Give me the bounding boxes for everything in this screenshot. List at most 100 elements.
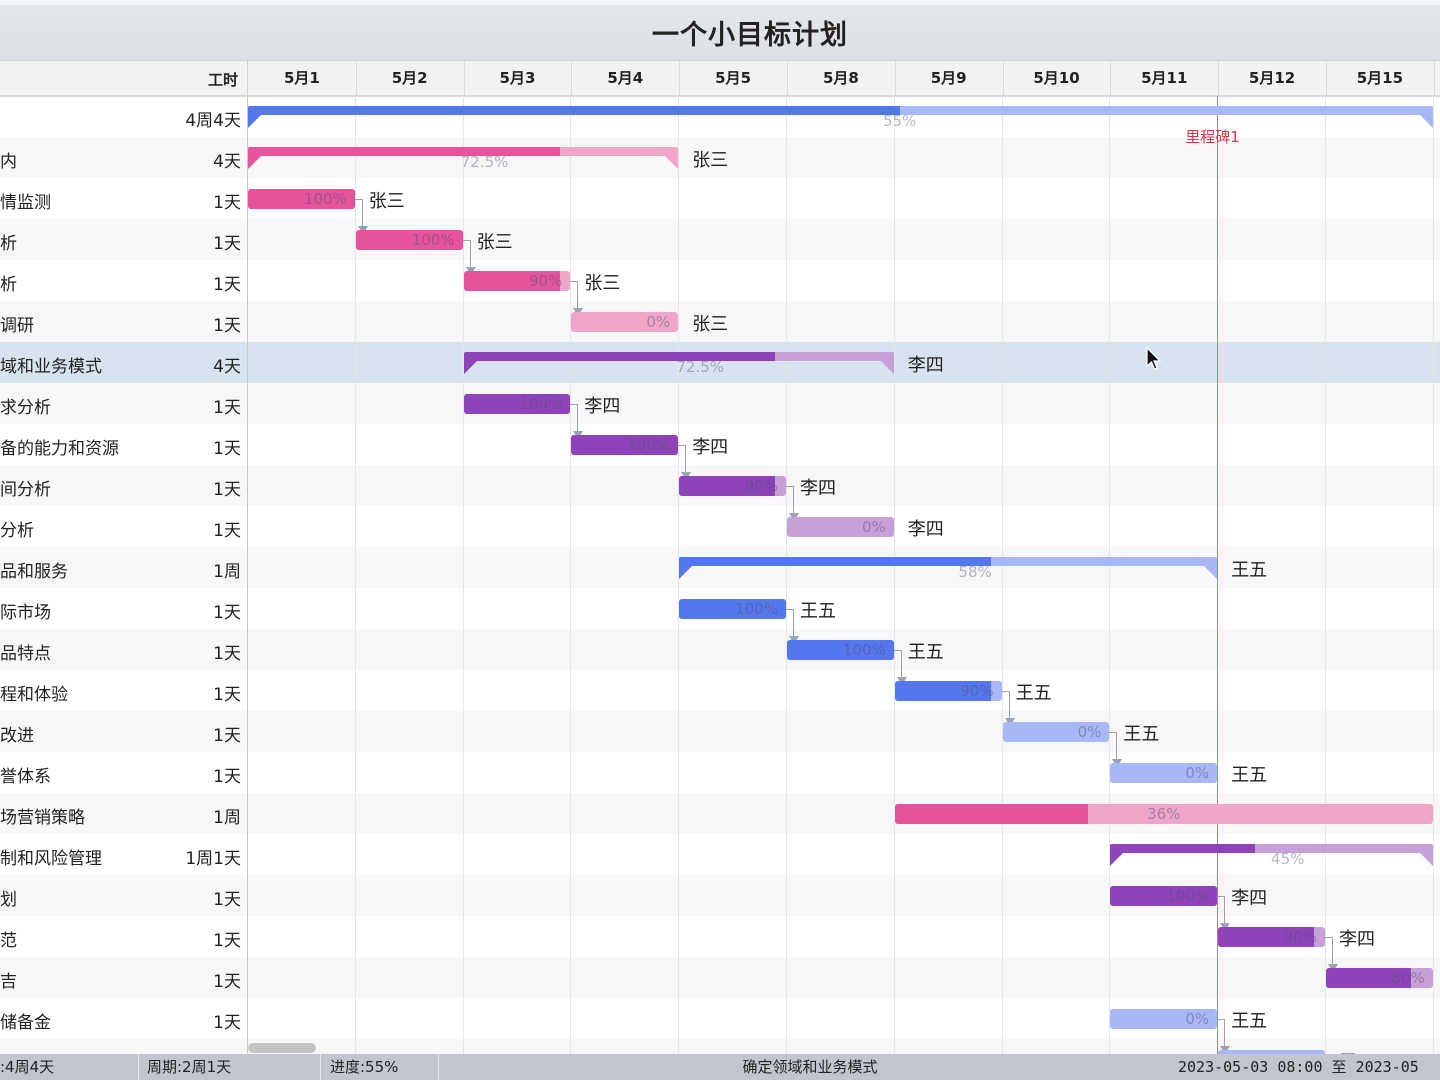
task-row[interactable]: 场营销策略 1周 — [0, 793, 247, 834]
task-progress-label: 100% — [1166, 887, 1210, 905]
task-bar[interactable]: 80% — [1326, 968, 1433, 988]
task-bar[interactable]: 0% — [787, 517, 894, 537]
task-bar[interactable]: 100% — [1110, 886, 1218, 906]
gantt-chart: 里程碑1 55% 72.5% 张三 100% 张三 100% 张三 90% 张三 0% 张三 72.5%… — [248, 96, 1440, 1054]
task-row[interactable]: 划 1天 — [0, 875, 247, 916]
task-row[interactable]: 品特点 1天 — [0, 629, 247, 670]
summary-bar[interactable]: 72.5% — [463, 352, 894, 376]
dependency-line — [570, 404, 579, 433]
task-row[interactable]: 间分析 1天 — [0, 465, 247, 506]
date-column-header[interactable]: 5月8 — [787, 61, 896, 95]
summary-bar[interactable]: 45% — [1110, 844, 1433, 868]
task-bar[interactable]: 100% — [463, 394, 571, 414]
task-name: 范 — [0, 931, 17, 951]
task-bar[interactable]: 100% — [679, 599, 786, 619]
timeline-header: 工时 5月1 5月2 5月3 5月4 5月5 5月8 5月9 5月10 5月11 5月12 5月15 — [0, 61, 1440, 97]
task-bar[interactable]: 100% — [571, 435, 679, 455]
task-bar[interactable]: 0% — [1110, 1009, 1218, 1029]
task-row[interactable]: 改进 1天 — [0, 711, 247, 752]
resource-label: 李四 — [1339, 929, 1375, 950]
task-row[interactable]: 品和服务 1周 — [0, 547, 247, 588]
task-row[interactable]: 范 1天 — [0, 916, 247, 957]
task-row[interactable]: 内 4天 — [0, 137, 247, 178]
task-row[interactable]: 吉 1天 — [0, 957, 247, 998]
summary-bar[interactable]: 58% — [679, 557, 1218, 581]
task-progress-label: 0% — [1077, 723, 1102, 741]
task-bar[interactable]: 100% — [355, 230, 463, 250]
date-column-header[interactable]: 5月1 — [248, 61, 357, 95]
resource-label: 张三 — [368, 191, 405, 212]
date-column-header[interactable]: 5月12 — [1218, 61, 1327, 95]
task-list: 4周4天内 4天 情监测 1天析 1天析 1天 调研 1天 域和业务模式 4天 求分析 1天 备的能力和… — [0, 96, 248, 1054]
task-duration: 1周 — [213, 562, 241, 582]
task-duration: 1天 — [213, 234, 241, 254]
task-name: 析 — [0, 234, 17, 254]
mouse-cursor-icon — [1146, 347, 1162, 370]
task-progress-label: 90% — [960, 682, 994, 700]
task-bar[interactable]: 100% — [787, 640, 894, 660]
task-bar[interactable]: 0% — [1110, 763, 1218, 783]
task-row[interactable]: 分析 1天 — [0, 506, 247, 547]
date-column-header[interactable]: 5月15 — [1326, 61, 1435, 95]
task-row[interactable]: 储备金 1天 — [0, 998, 247, 1039]
task-name: 求分析 — [0, 398, 51, 418]
date-column-header[interactable]: 5月10 — [1003, 61, 1112, 95]
task-row[interactable]: 调研 1天 — [0, 301, 247, 342]
date-column-header[interactable]: 5月5 — [679, 61, 788, 95]
task-name: 程和体验 — [0, 685, 68, 705]
task-name: 调研 — [0, 316, 34, 336]
task-bar[interactable]: 0% — [1002, 722, 1110, 742]
task-name: 分析 — [0, 521, 34, 541]
task-row[interactable]: 析 1天 — [0, 219, 247, 260]
resource-label: 李四 — [907, 519, 944, 540]
task-row[interactable]: 析 1天 — [0, 260, 247, 301]
resource-label: 王五 — [1015, 683, 1052, 704]
task-duration: 1周 — [213, 808, 241, 828]
task-bar[interactable]: 90% — [894, 681, 1002, 701]
task-bar[interactable]: 90% — [1218, 927, 1325, 947]
task-row[interactable]: 求分析 1天 — [0, 383, 247, 424]
task-row[interactable]: 程和体验 1天 — [0, 670, 247, 711]
summary-progress-label: 58% — [958, 563, 992, 581]
task-row[interactable]: 域和业务模式 4天 — [0, 342, 247, 383]
date-column-header[interactable]: 5月11 — [1110, 61, 1220, 95]
task-name: 制和风险管理 — [0, 849, 102, 869]
dependency-line — [1217, 1019, 1226, 1048]
task-progress-label: 0% — [646, 313, 671, 331]
summary-cap-right — [880, 361, 894, 374]
grid-line — [1325, 96, 1326, 1054]
resource-label: 张三 — [476, 232, 513, 253]
task-name: 场营销策略 — [0, 808, 85, 828]
task-row[interactable]: 情监测 1天 — [0, 178, 247, 219]
status-date-range: 2023-05-03 08:00 至 2023-05 — [1178, 1058, 1419, 1076]
gantt-row-bg — [248, 424, 1440, 465]
date-column-header[interactable]: 5月3 — [464, 61, 573, 95]
task-row[interactable]: 誉体系 1天 — [0, 752, 247, 793]
task-bar[interactable]: 36% — [894, 804, 1433, 824]
summary-cap-right — [665, 156, 679, 169]
resource-label: 王五 — [907, 642, 944, 663]
task-bar[interactable]: 0% — [571, 312, 679, 332]
task-name: 改进 — [0, 726, 34, 746]
date-column-header[interactable]: 5月2 — [356, 61, 465, 95]
task-duration: 1天 — [213, 931, 241, 951]
task-row[interactable]: 4周4天 — [0, 96, 247, 137]
horizontal-scrollbar[interactable] — [248, 1043, 316, 1053]
gantt-row-bg — [248, 383, 1440, 424]
date-column-header[interactable]: 5月9 — [895, 61, 1004, 95]
summary-bar[interactable]: 72.5% — [248, 147, 679, 171]
task-bar[interactable]: 90% — [463, 271, 571, 291]
task-row[interactable]: 制和风险管理 1周1天 — [0, 834, 247, 875]
summary-bar[interactable]: 55% — [248, 106, 1433, 130]
task-row[interactable]: 部财务制度1天 — [0, 1039, 247, 1054]
dependency-line — [786, 609, 794, 638]
task-row[interactable]: 备的能力和资源 1天 — [0, 424, 247, 465]
resource-label: 李四 — [692, 437, 729, 458]
task-row[interactable]: 际市场 1天 — [0, 588, 247, 629]
task-bar[interactable]: 90% — [679, 476, 786, 496]
task-duration: 1天 — [213, 685, 241, 705]
date-column-header[interactable]: 5月4 — [571, 61, 681, 95]
grid-line — [570, 96, 572, 1054]
status-progress: 进度:55% — [322, 1054, 439, 1080]
task-bar[interactable]: 100% — [248, 189, 355, 209]
